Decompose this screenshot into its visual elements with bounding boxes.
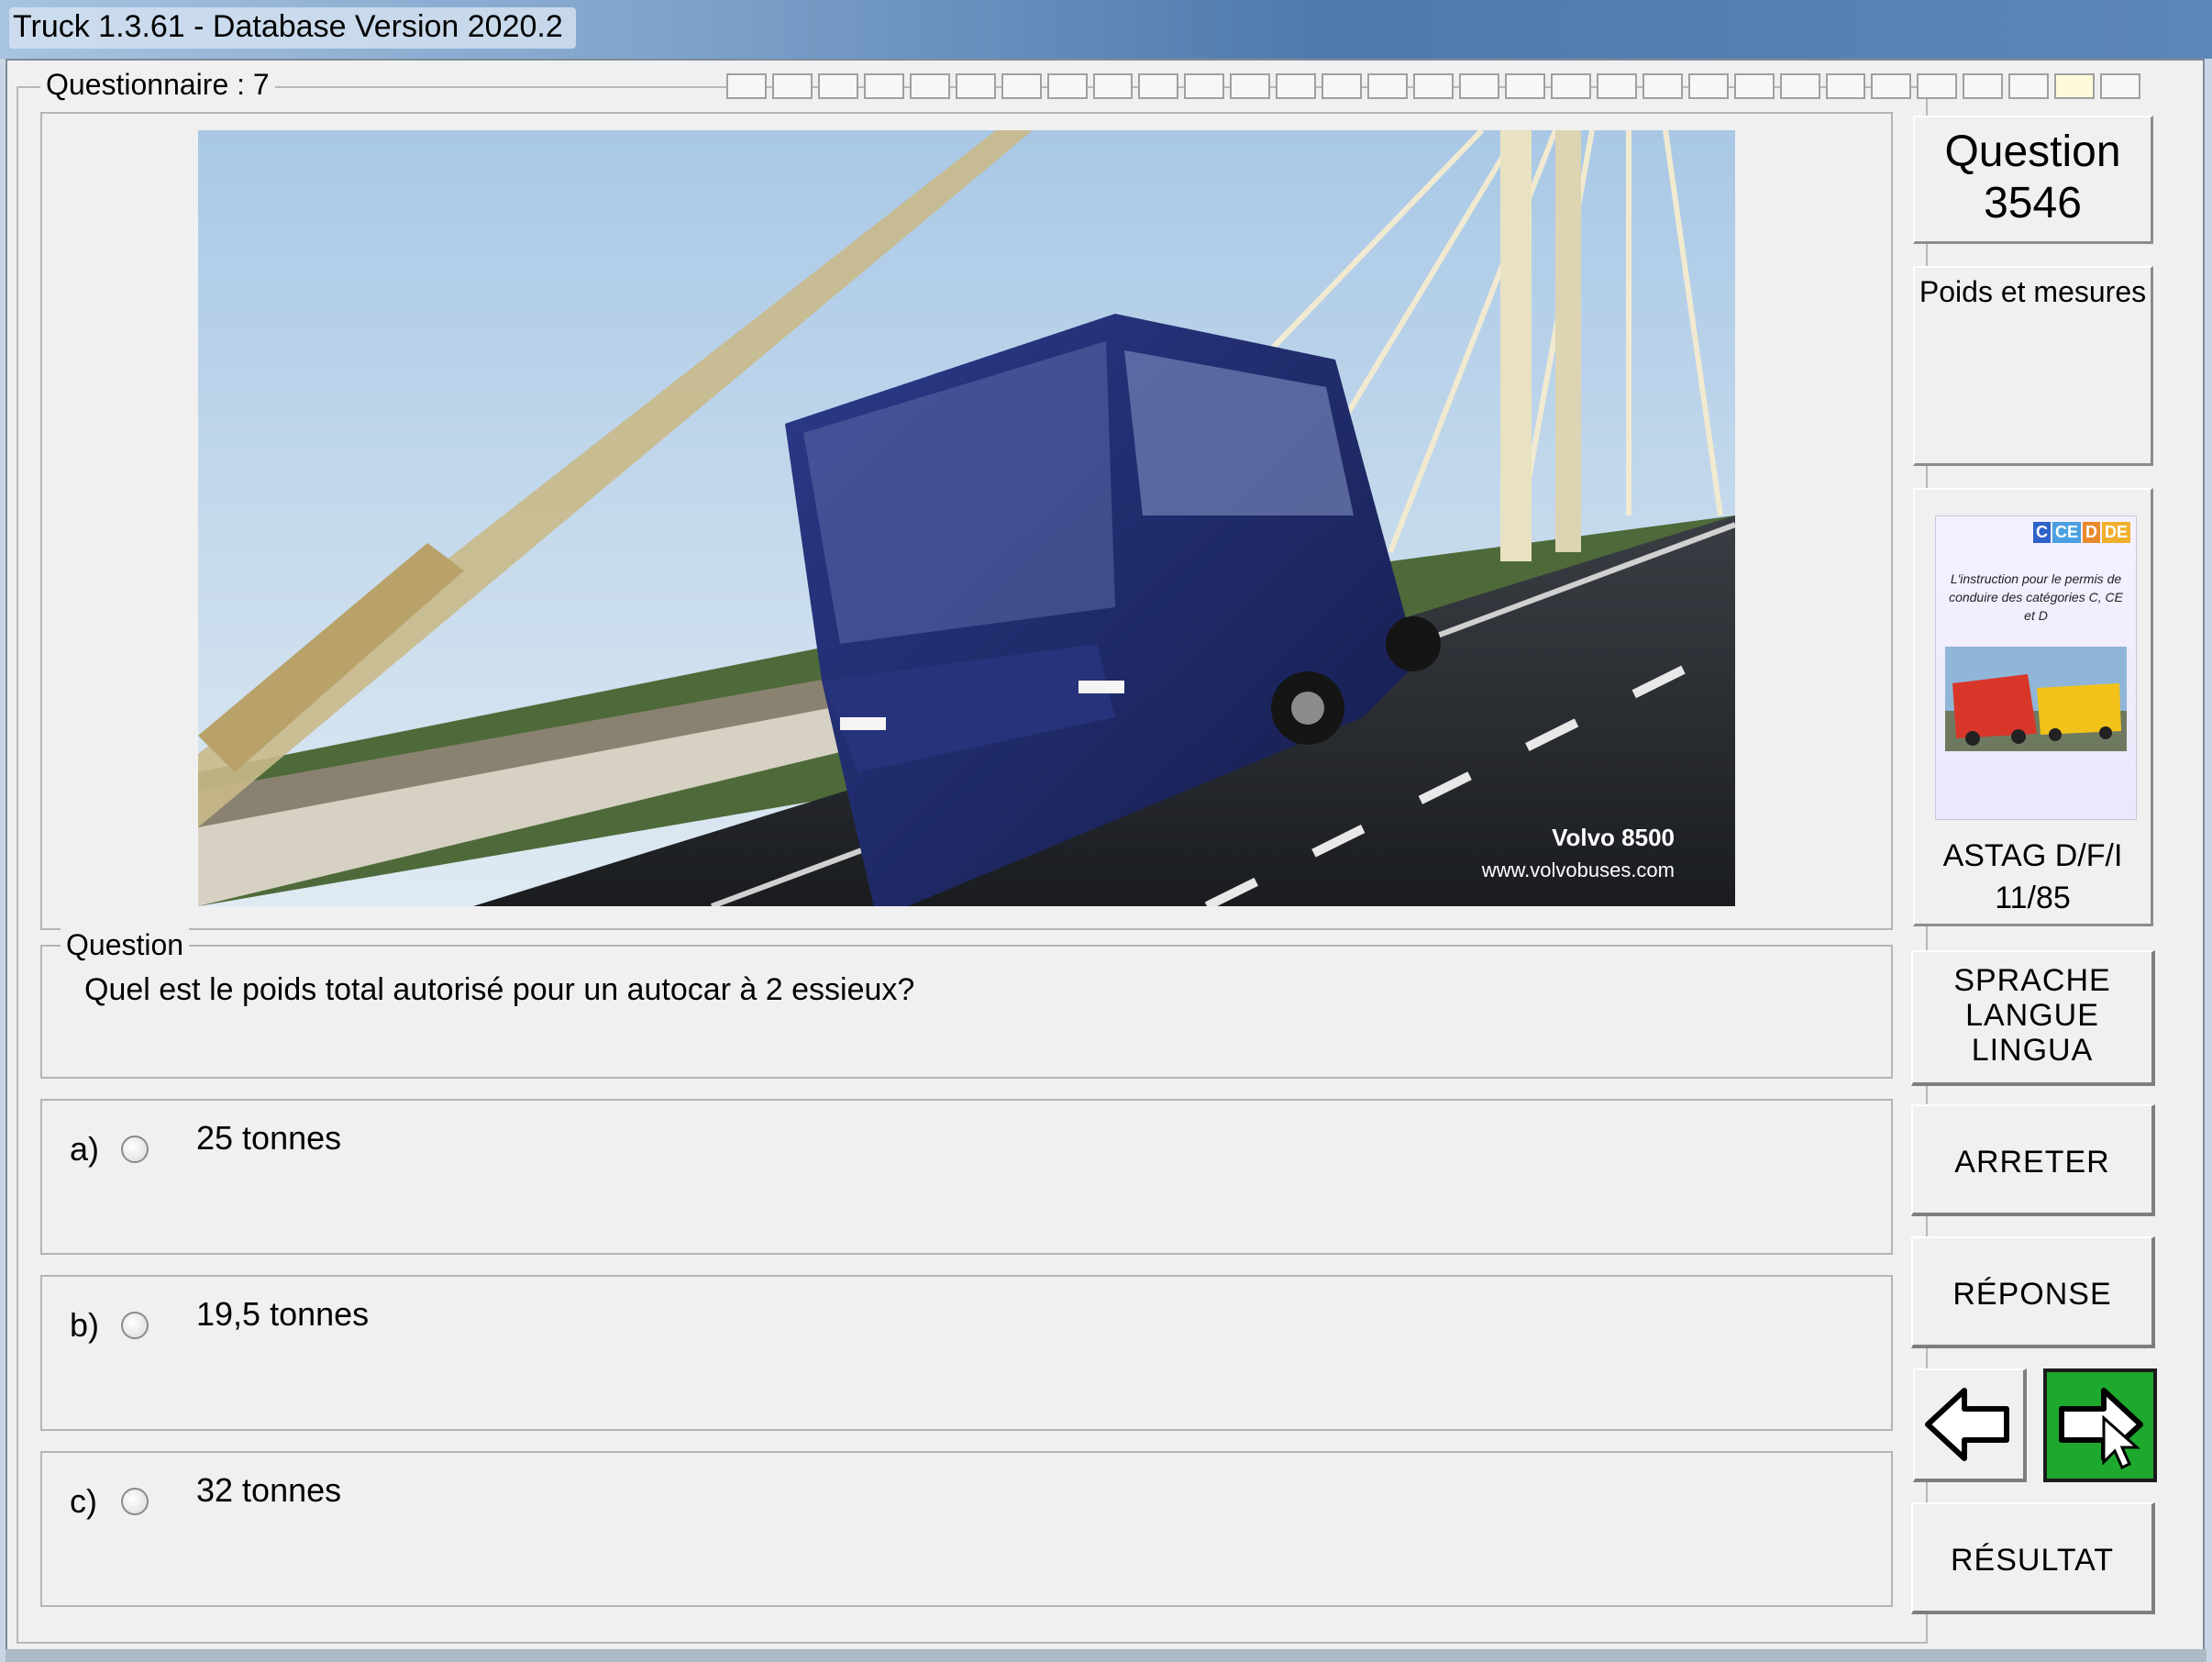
question-number-label: Question [1944,127,2121,176]
progress-segment [1504,73,1545,99]
book-title: L'instruction pour le permis de conduire… [1949,571,2123,623]
question-number-box: Question 3546 [1913,116,2153,244]
answer-text: 25 tonnes [196,1119,342,1157]
title-bar: Truck 1.3.61 - Database Version 2020.2 [0,0,2212,59]
next-button[interactable] [2043,1368,2157,1482]
question-photo: Volvo 8500 www.volvobuses.com [198,130,1735,906]
language-label-it: LINGUA [1971,1033,2094,1068]
category-box: Poids et mesures [1913,266,2153,466]
language-button[interactable]: SPRACHE LANGUE LINGUA [1911,950,2155,1086]
answer-letter: a) [70,1130,100,1168]
question-number: 3546 [1984,179,2082,227]
progress-segment [2100,73,2141,99]
progress-segment [1871,73,1912,99]
progress-segment [1596,73,1637,99]
progress-segment [1459,73,1499,99]
book-trucks-image [1945,647,2127,751]
answer-radio-a[interactable] [121,1136,149,1163]
book-tag: C [2032,522,2051,543]
language-label-fr: LANGUE [1965,998,2099,1033]
progress-segment [1322,73,1363,99]
progress-segment [1779,73,1820,99]
photo-caption-url: www.volvobuses.com [1481,859,1675,881]
progress-segment [955,73,996,99]
category-label: Poids et mesures [1919,275,2147,308]
answer-text: 19,5 tonnes [196,1295,370,1333]
progress-segment [1046,73,1088,99]
arrow-left-icon [1925,1388,2009,1461]
language-label-de: SPRACHE [1953,963,2111,998]
book-page: 11/85 [1995,881,2071,915]
progress-segment [1642,73,1683,99]
stop-button[interactable]: ARRETER [1911,1104,2155,1216]
progress-segment [909,73,950,99]
progress-segment [2008,73,2050,99]
answer-letter: b) [70,1306,100,1344]
photo-caption-model: Volvo 8500 [1552,824,1675,851]
progress-segment [1687,73,1729,99]
book-tag: DE [2101,522,2130,543]
progress-segment [1138,73,1179,99]
taskbar-strip [6,1649,2206,1662]
progress-segment [1413,73,1454,99]
answer-letter: c) [70,1482,97,1520]
book-cover-image: C CE D DE L'instruction pour le permis d… [1935,515,2137,820]
progress-segment [1550,73,1591,99]
answer-c[interactable]: c) 32 tonnes [40,1451,1893,1607]
result-button[interactable]: RÉSULTAT [1911,1502,2155,1614]
question-text: Quel est le poids total autorisé pour un… [84,972,915,1007]
progress-segment [817,73,858,99]
progress-segment [726,73,767,99]
question-group-label: Question [61,928,190,962]
progress-segment [771,73,813,99]
progress-segment [1825,73,1866,99]
progress-segment [2054,73,2096,99]
questionnaire-label: Questionnaire : 7 [40,68,275,102]
question-progress-bar [726,73,2141,101]
progress-segment [1917,73,1958,99]
book-tag: CE [2052,522,2081,543]
answer-a[interactable]: a) 25 tonnes [40,1099,1893,1255]
answer-b[interactable]: b) 19,5 tonnes [40,1275,1893,1431]
answer-text: 32 tonnes [196,1471,342,1509]
window-title: Truck 1.3.61 - Database Version 2020.2 [9,7,576,49]
progress-segment [1963,73,2004,99]
source-book-box: C CE D DE L'instruction pour le permis d… [1913,488,2153,926]
question-panel [40,945,1893,1079]
progress-segment [1367,73,1409,99]
progress-segment [1092,73,1134,99]
book-caption: ASTAG D/F/I [1942,838,2123,873]
book-tag: D [2082,522,2100,543]
progress-segment [1184,73,1225,99]
answer-radio-c[interactable] [121,1488,149,1515]
progress-segment [1001,73,1042,99]
answer-button[interactable]: RÉPONSE [1911,1236,2155,1348]
answer-radio-b[interactable] [121,1312,149,1339]
book-category-tags: C CE D DE [2032,522,2130,543]
progress-segment [1230,73,1271,99]
arrow-right-icon [2059,1388,2143,1470]
progress-segment [863,73,904,99]
progress-segment [1276,73,1317,99]
progress-segment [1733,73,1775,99]
previous-button[interactable] [1913,1368,2027,1482]
